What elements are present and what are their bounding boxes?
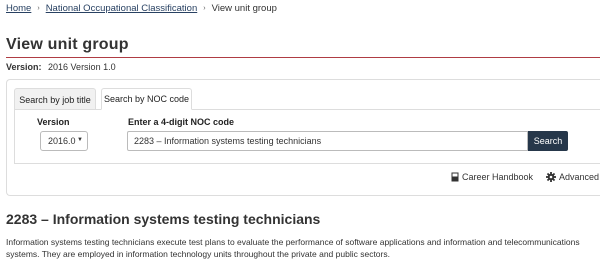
noc-code-label: Enter a 4-digit NOC code <box>128 117 235 127</box>
version-select[interactable]: 2016.0 ▼ <box>40 131 88 151</box>
gear-icon <box>546 172 556 182</box>
version-select-value: 2016.0 <box>48 136 76 146</box>
breadcrumb-separator: › <box>37 4 40 12</box>
unit-group-description: Information systems testing technicians … <box>6 237 580 259</box>
breadcrumb-link-home[interactable]: Home <box>6 3 31 14</box>
book-icon <box>451 172 459 182</box>
breadcrumb-current: View unit group <box>211 2 277 14</box>
breadcrumb-separator: › <box>203 4 206 12</box>
version-info: Version: 2016 Version 1.0 <box>6 62 116 72</box>
breadcrumb: Home › National Occupational Classificat… <box>6 2 277 14</box>
breadcrumb-link-noc[interactable]: National Occupational Classification <box>46 3 198 14</box>
noc-code-input[interactable] <box>127 131 528 151</box>
tab-search-by-job-title[interactable]: Search by job title <box>14 88 96 110</box>
tab-search-by-noc-code[interactable]: Search by NOC code <box>101 88 192 110</box>
version-select-label: Version <box>37 117 70 127</box>
title-divider <box>6 57 600 58</box>
career-handbook-label: Career Handbook <box>462 172 534 182</box>
page-title: View unit group <box>6 36 129 53</box>
career-handbook-link[interactable]: Career Handbook <box>451 171 533 183</box>
advanced-label: Advanced <box>559 172 600 182</box>
search-button[interactable]: Search <box>528 131 568 151</box>
version-info-label: Version: <box>6 62 42 72</box>
unit-group-title: 2283 – Information systems testing techn… <box>6 211 321 227</box>
advanced-link[interactable]: Advanced <box>546 171 599 183</box>
chevron-down-icon: ▼ <box>77 137 83 143</box>
version-info-value: 2016 Version 1.0 <box>48 62 116 72</box>
